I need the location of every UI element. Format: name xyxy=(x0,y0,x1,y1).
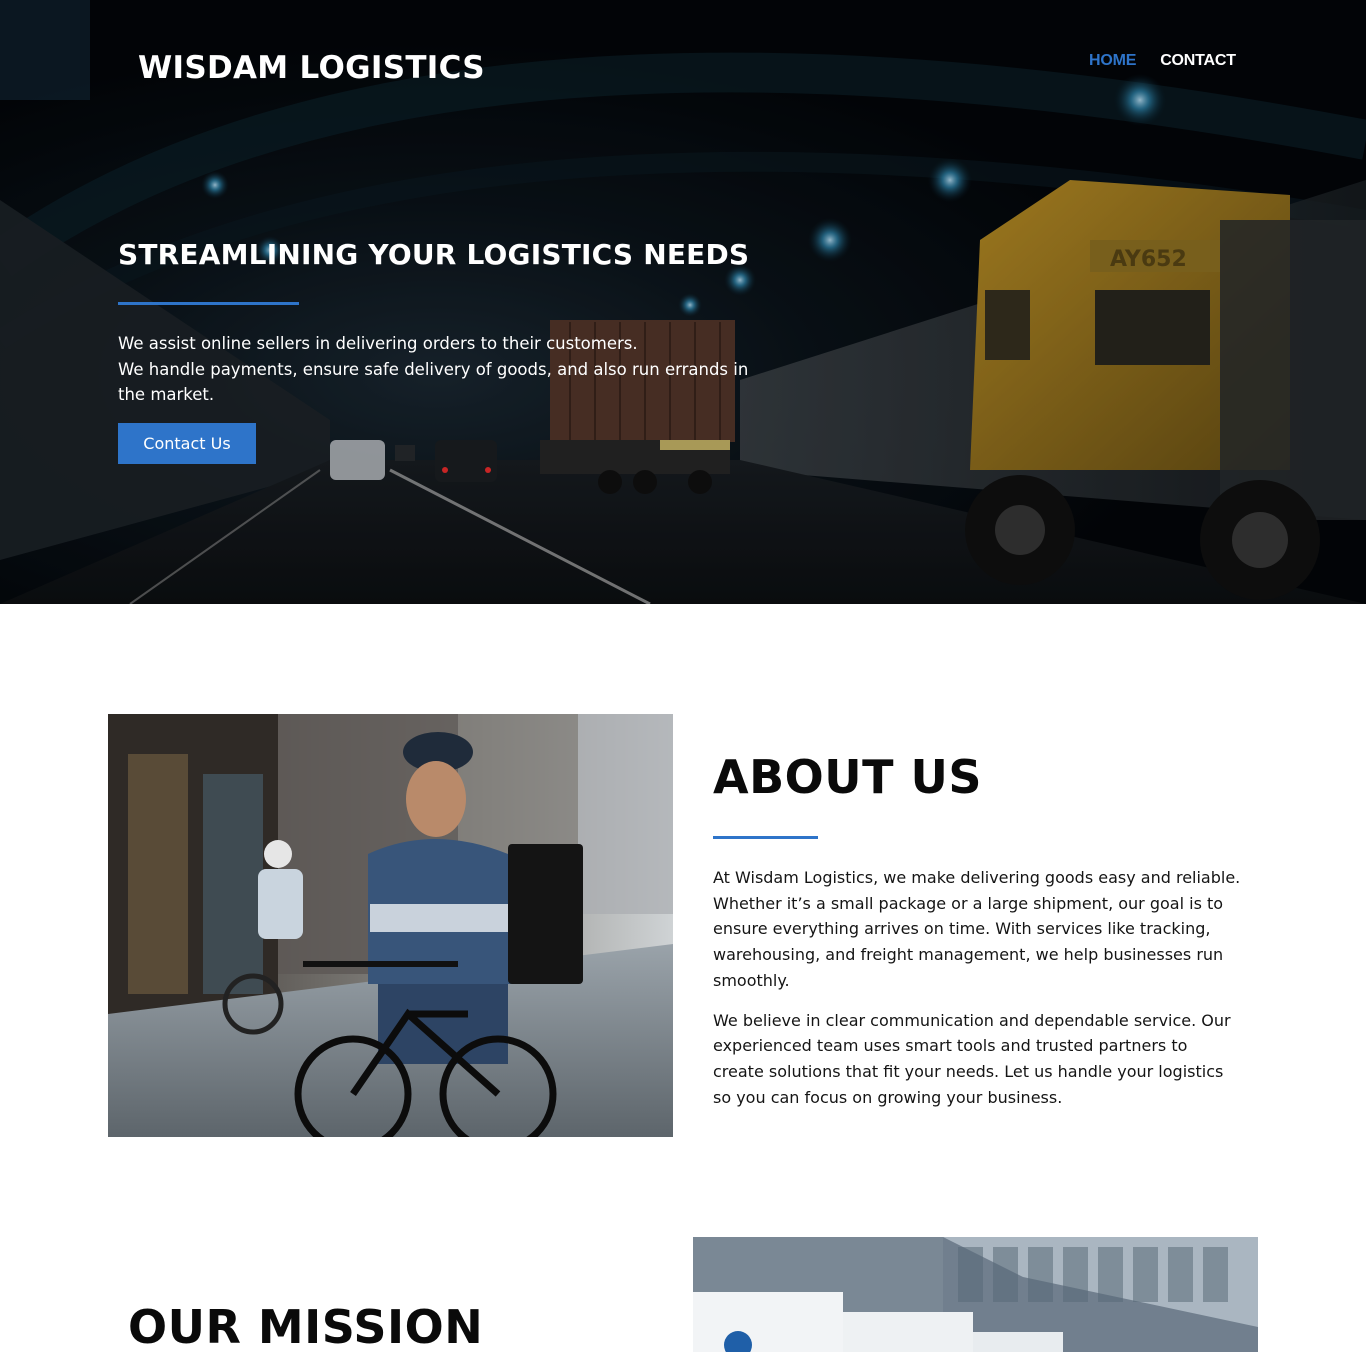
about-image-courier-bicycle xyxy=(108,714,673,1137)
about-paragraph-1: At Wisdam Logistics, we make delivering … xyxy=(713,868,1241,990)
nav-home-link[interactable]: HOME xyxy=(1089,52,1136,70)
contact-us-button[interactable]: Contact Us xyxy=(118,423,256,464)
hero-divider xyxy=(118,302,299,305)
hero-description: We assist online sellers in delivering o… xyxy=(118,331,768,408)
mission-image-delivery-trucks xyxy=(693,1237,1258,1352)
nav-contact-link[interactable]: CONTACT xyxy=(1160,52,1236,70)
brand-logo-text[interactable]: WISDAM LOGISTICS xyxy=(138,50,485,86)
about-divider xyxy=(713,836,818,839)
about-paragraph-2: We believe in clear communication and de… xyxy=(713,1010,1231,1107)
hero-section: AY652 WISDAM LOGISTICS HOME CONTACT STRE… xyxy=(0,0,1366,604)
about-title: ABOUT US xyxy=(713,750,982,804)
hero-description-line-1: We assist online sellers in delivering o… xyxy=(118,334,638,353)
hero-title: STREAMLINING YOUR LOGISTICS NEEDS xyxy=(118,238,750,271)
about-body: At Wisdam Logistics, we make delivering … xyxy=(713,865,1243,1110)
hero-description-line-2: We handle payments, ensure safe delivery… xyxy=(118,359,749,405)
mission-title: OUR MISSION xyxy=(128,1300,484,1352)
main-nav: HOME CONTACT xyxy=(1089,52,1236,70)
